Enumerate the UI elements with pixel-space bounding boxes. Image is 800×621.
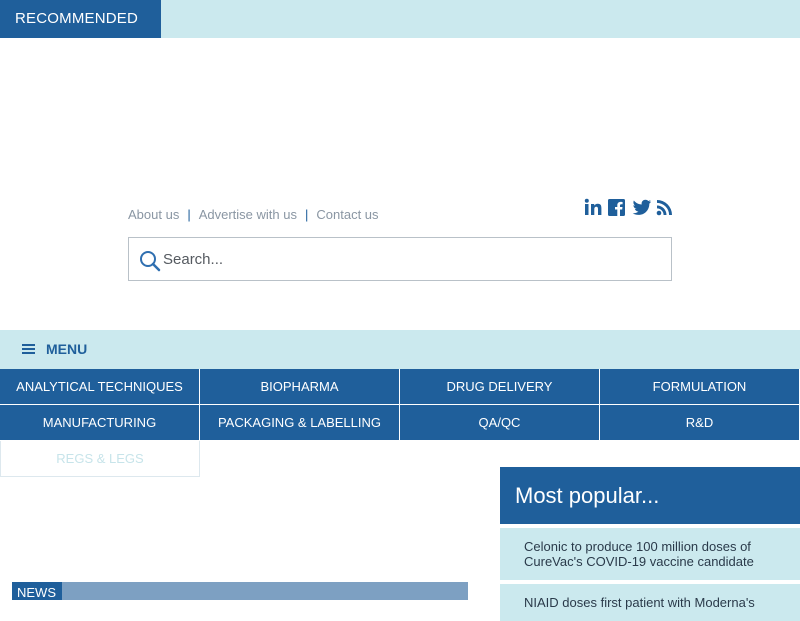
news-strip: NEWS — [12, 582, 468, 600]
category-nav: ANALYTICAL TECHNIQUES BIOPHARMA DRUG DEL… — [0, 369, 800, 477]
advertise-link[interactable]: Advertise with us — [199, 207, 297, 222]
nav-manufacturing[interactable]: MANUFACTURING — [0, 405, 200, 441]
top-bar: RECOMMENDED — [0, 0, 800, 38]
nav-r-and-d[interactable]: R&D — [600, 405, 800, 441]
menu-bar: MENU — [0, 330, 800, 369]
separator: | — [304, 207, 309, 222]
popular-item[interactable]: Celonic to produce 100 million doses of … — [500, 528, 800, 580]
most-popular-title: Most popular... — [500, 467, 800, 524]
about-us-link[interactable]: About us — [128, 207, 179, 222]
nav-regs-legs[interactable]: REGS & LEGS — [0, 441, 200, 477]
rss-icon[interactable] — [656, 198, 674, 216]
search-icon — [140, 251, 161, 272]
utility-links: About us | Advertise with us | Contact us — [128, 207, 379, 222]
menu-label: MENU — [46, 341, 88, 357]
social-links — [584, 198, 674, 216]
news-label[interactable]: NEWS — [12, 582, 62, 600]
contact-us-link[interactable]: Contact us — [316, 207, 378, 222]
search-input[interactable] — [163, 238, 663, 280]
facebook-icon[interactable] — [608, 198, 626, 216]
nav-qa-qc[interactable]: QA/QC — [400, 405, 600, 441]
hamburger-icon — [22, 344, 35, 354]
nav-packaging-labelling[interactable]: PACKAGING & LABELLING — [200, 405, 400, 441]
menu-toggle[interactable]: MENU — [22, 341, 87, 357]
nav-biopharma[interactable]: BIOPHARMA — [200, 369, 400, 405]
nav-analytical-techniques[interactable]: ANALYTICAL TECHNIQUES — [0, 369, 200, 405]
popular-item[interactable]: NIAID doses first patient with Moderna's — [500, 584, 800, 621]
recommended-tab[interactable]: RECOMMENDED — [0, 0, 161, 38]
nav-formulation[interactable]: FORMULATION — [600, 369, 800, 405]
nav-drug-delivery[interactable]: DRUG DELIVERY — [400, 369, 600, 405]
most-popular-sidebar: Most popular... Celonic to produce 100 m… — [500, 467, 800, 621]
search-box — [128, 237, 672, 281]
twitter-icon[interactable] — [632, 198, 651, 216]
separator: | — [187, 207, 191, 222]
linkedin-icon[interactable] — [584, 198, 602, 216]
